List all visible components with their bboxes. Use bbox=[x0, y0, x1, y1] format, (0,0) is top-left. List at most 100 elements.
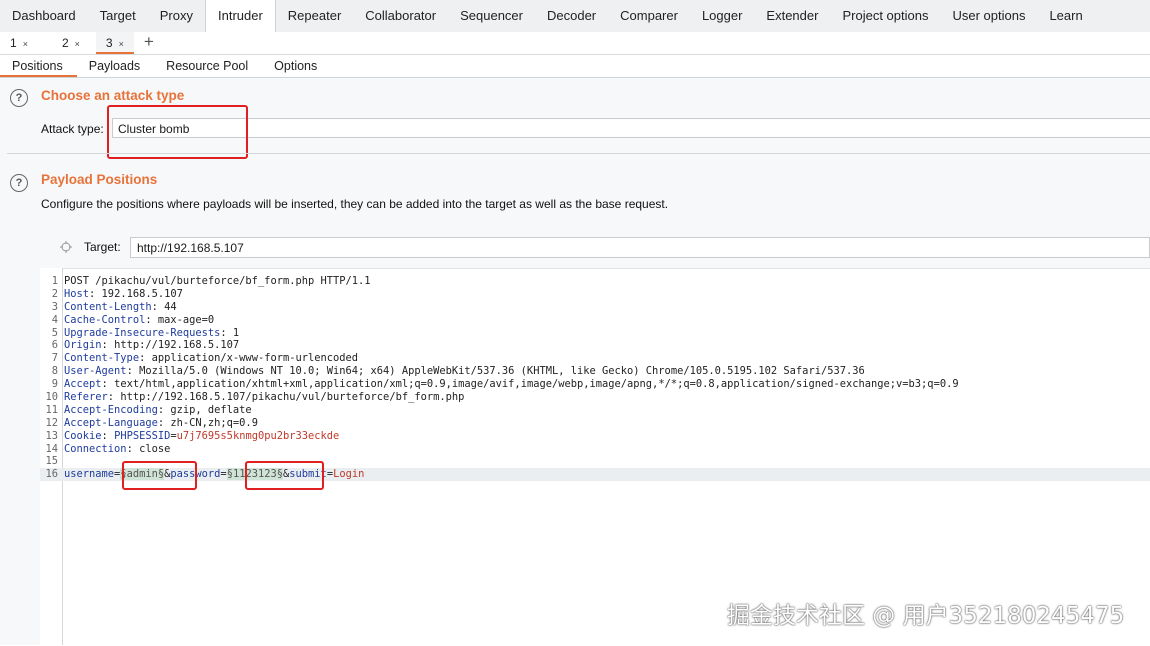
line-number: 5 bbox=[51, 326, 58, 339]
request-line: 1 POST /pikachu/vul/burteforce/bf_form.ph… bbox=[40, 275, 1150, 288]
line-number: 6 bbox=[51, 339, 58, 352]
line-number: 9 bbox=[51, 378, 58, 391]
line-number: 13 bbox=[45, 429, 58, 442]
header-line: 5 Upgrade-Insecure-Requests: 1 bbox=[40, 327, 1150, 340]
subtab-positions[interactable]: Positions bbox=[0, 55, 77, 77]
attack-tabs: 1 × 2 × 3 × + bbox=[0, 32, 1150, 55]
header-name: Content-Length bbox=[64, 300, 152, 313]
add-tab-icon[interactable]: + bbox=[134, 32, 164, 54]
tab-project-options[interactable]: Project options bbox=[830, 0, 940, 32]
target-input[interactable]: http://192.168.5.107 bbox=[130, 237, 1150, 258]
header-value: gzip, deflate bbox=[164, 403, 252, 416]
line-number: 7 bbox=[51, 352, 58, 365]
tab-extender[interactable]: Extender bbox=[754, 0, 830, 32]
header-line: 12 Accept-Language: zh-CN,zh;q=0.9 bbox=[40, 417, 1150, 430]
header-value: Mozilla/5.0 (Windows NT 10.0; Win64; x64… bbox=[132, 365, 865, 378]
tab-comparer[interactable]: Comparer bbox=[608, 0, 690, 32]
blank-line: 15 bbox=[40, 455, 1150, 468]
crosshair-icon bbox=[60, 241, 72, 253]
top-nav: Dashboard Target Proxy Intruder Repeater… bbox=[0, 0, 1150, 33]
body-key: password bbox=[170, 468, 221, 481]
tab-user-options[interactable]: User options bbox=[940, 0, 1037, 32]
line-number: 15 bbox=[45, 455, 58, 468]
line-number: 8 bbox=[51, 365, 58, 378]
attack-tab-label: 2 bbox=[61, 36, 69, 50]
header-name: Referer bbox=[64, 391, 108, 404]
header-value: 1 bbox=[226, 326, 240, 339]
cookie-key: PHPSESSID bbox=[107, 429, 171, 442]
close-icon[interactable]: × bbox=[119, 39, 124, 49]
attack-type-label: Attack type: bbox=[41, 122, 104, 136]
body-eq: = bbox=[220, 468, 227, 481]
header-line: 9 Accept: text/html,application/xhtml+xml… bbox=[40, 378, 1150, 391]
tab-intruder[interactable]: Intruder bbox=[204, 0, 276, 32]
cookie-line: 13 Cookie: PHPSESSID=u7j7695s5knmg0pu2br3… bbox=[40, 430, 1150, 443]
tab-proxy[interactable]: Proxy bbox=[148, 0, 205, 32]
line-number: 14 bbox=[45, 442, 58, 455]
subtab-options[interactable]: Options bbox=[262, 55, 331, 77]
header-name: Accept-Language bbox=[64, 416, 158, 429]
line-number: 1 bbox=[51, 275, 58, 287]
body-key: username bbox=[64, 468, 115, 481]
line-number: 2 bbox=[51, 287, 58, 300]
header-value: max-age=0 bbox=[151, 313, 215, 326]
request-line-text: POST /pikachu/vul/burteforce/bf_form.php… bbox=[64, 275, 371, 287]
attack-tab-label: 3 bbox=[105, 36, 113, 50]
header-name: Connection bbox=[64, 442, 127, 455]
tab-repeater[interactable]: Repeater bbox=[276, 0, 353, 32]
header-value: zh-CN,zh;q=0.9 bbox=[164, 416, 258, 429]
line-number: 10 bbox=[45, 391, 58, 404]
tab-decoder[interactable]: Decoder bbox=[535, 0, 608, 32]
header-name: Accept-Encoding bbox=[64, 403, 158, 416]
target-label: Target: bbox=[84, 240, 121, 254]
header-line: 2 Host: 192.168.5.107 bbox=[40, 288, 1150, 301]
line-number: 3 bbox=[51, 300, 58, 313]
body-line: 16 username=§admin§&password=§1123123§&su… bbox=[40, 468, 1150, 482]
close-icon[interactable]: × bbox=[75, 39, 80, 49]
body-value: Login bbox=[333, 468, 365, 481]
header-value: 44 bbox=[157, 300, 177, 313]
header-line: 4 Cache-Control: max-age=0 bbox=[40, 314, 1150, 327]
header-value: 192.168.5.107 bbox=[95, 287, 183, 300]
attack-tab-1[interactable]: 1 × bbox=[0, 32, 38, 54]
header-value: http://192.168.5.107 bbox=[107, 339, 240, 352]
header-line: 3 Content-Length: 44 bbox=[40, 301, 1150, 314]
close-icon[interactable]: × bbox=[23, 39, 28, 49]
tab-dashboard[interactable]: Dashboard bbox=[0, 0, 88, 32]
header-name: Origin bbox=[64, 339, 102, 352]
subtab-resource-pool[interactable]: Resource Pool bbox=[154, 55, 262, 77]
cookie-value: u7j7695s5knmg0pu2br33eckde bbox=[176, 429, 340, 442]
tab-target[interactable]: Target bbox=[88, 0, 148, 32]
header-name: Accept bbox=[64, 378, 102, 391]
tab-logger[interactable]: Logger bbox=[690, 0, 754, 32]
header-name: Host bbox=[64, 287, 90, 300]
subtab-payloads[interactable]: Payloads bbox=[77, 55, 154, 77]
line-number: 11 bbox=[45, 403, 58, 416]
header-name: Cache-Control bbox=[64, 313, 146, 326]
header-value: close bbox=[132, 442, 171, 455]
intruder-subtabs: Positions Payloads Resource Pool Options bbox=[0, 55, 1150, 78]
section-divider bbox=[7, 153, 1150, 154]
body-key: submit bbox=[289, 468, 327, 481]
header-line: 8 User-Agent: Mozilla/5.0 (Windows NT 10.… bbox=[40, 365, 1150, 378]
header-name: Content-Type bbox=[64, 352, 140, 365]
help-icon[interactable]: ? bbox=[10, 174, 28, 192]
tab-collaborator[interactable]: Collaborator bbox=[353, 0, 448, 32]
attack-tab-label: 1 bbox=[10, 36, 17, 50]
header-line: 11 Accept-Encoding: gzip, deflate bbox=[40, 404, 1150, 417]
attack-tab-3[interactable]: 3 × bbox=[95, 32, 134, 54]
line-number: 4 bbox=[51, 313, 58, 326]
payload-marker[interactable]: §admin§ bbox=[120, 468, 165, 481]
payload-marker[interactable]: §1123123§ bbox=[226, 468, 283, 481]
header-line: 10 Referer: http://192.168.5.107/pikachu/… bbox=[40, 391, 1150, 404]
help-icon[interactable]: ? bbox=[10, 89, 28, 107]
header-name: Upgrade-Insecure-Requests bbox=[64, 326, 221, 339]
header-line: 7 Content-Type: application/x-www-form-ur… bbox=[40, 352, 1150, 365]
request-code[interactable]: 1 POST /pikachu/vul/burteforce/bf_form.ph… bbox=[40, 275, 1150, 482]
header-name: User-Agent bbox=[64, 365, 127, 378]
attack-type-select[interactable]: Cluster bomb bbox=[112, 118, 1150, 138]
attack-type-title: Choose an attack type bbox=[41, 88, 185, 103]
attack-tab-2[interactable]: 2 × bbox=[52, 32, 90, 54]
tab-learn[interactable]: Learn bbox=[1037, 0, 1094, 32]
tab-sequencer[interactable]: Sequencer bbox=[448, 0, 535, 32]
